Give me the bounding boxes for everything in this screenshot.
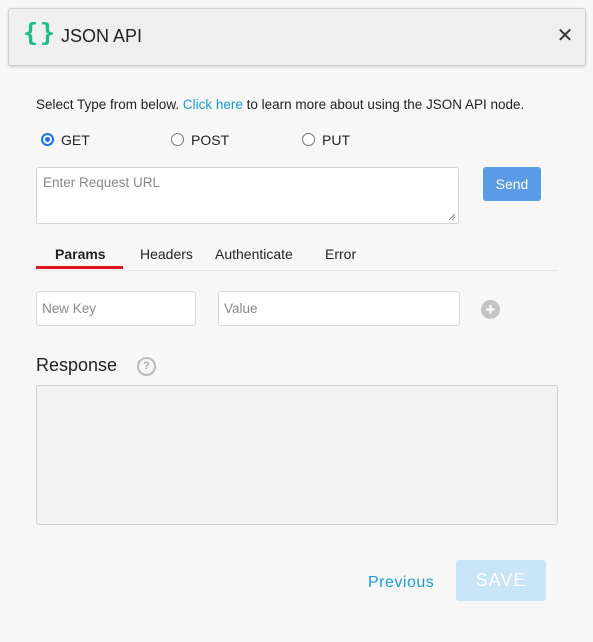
dialog-title: JSON API <box>61 26 143 46</box>
send-button[interactable]: Send <box>483 167 541 201</box>
dialog-header: {} JSON API ✕ <box>8 8 586 66</box>
tab-headers[interactable]: Headers <box>140 246 193 262</box>
intro-text: Select Type from below. Click here to le… <box>36 97 524 112</box>
response-heading: Response <box>36 355 118 375</box>
intro-text-after: to learn more about using the JSON API n… <box>242 97 525 112</box>
param-value-placeholder: Value <box>224 301 258 316</box>
intro-text-before: Select Type from below. <box>36 97 183 112</box>
add-param-icon[interactable]: + <box>481 300 500 319</box>
save-button[interactable]: SAVE <box>456 560 546 601</box>
tab-bar: Params Headers Authenticate Error <box>36 241 558 271</box>
previous-button[interactable]: Previous <box>368 574 434 592</box>
response-output[interactable] <box>36 385 558 525</box>
tab-authenticate[interactable]: Authenticate <box>215 246 293 262</box>
radio-post[interactable]: POST <box>171 132 229 150</box>
radio-put-indicator[interactable] <box>302 133 315 146</box>
radio-post-label: POST <box>191 132 230 148</box>
radio-post-indicator[interactable] <box>171 133 184 146</box>
request-url-input[interactable]: Enter Request URL <box>36 167 459 224</box>
radio-get-label: GET <box>61 132 90 148</box>
resize-grip-icon[interactable] <box>448 213 456 221</box>
curly-braces-icon: {} <box>23 18 58 47</box>
radio-put-label: PUT <box>322 132 350 148</box>
active-tab-indicator <box>36 266 123 269</box>
tab-params[interactable]: Params <box>55 246 106 262</box>
request-url-placeholder: Enter Request URL <box>43 175 161 190</box>
help-icon[interactable]: ? <box>137 357 156 376</box>
radio-get[interactable]: GET <box>41 132 90 150</box>
param-value-input[interactable]: Value <box>218 291 460 326</box>
param-key-placeholder: New Key <box>42 301 97 316</box>
click-here-link[interactable]: Click here <box>183 97 243 112</box>
radio-put[interactable]: PUT <box>302 132 350 150</box>
tab-error[interactable]: Error <box>325 246 356 262</box>
radio-get-indicator[interactable] <box>41 133 54 146</box>
close-button[interactable]: ✕ <box>555 26 575 46</box>
param-key-input[interactable]: New Key <box>36 291 196 326</box>
